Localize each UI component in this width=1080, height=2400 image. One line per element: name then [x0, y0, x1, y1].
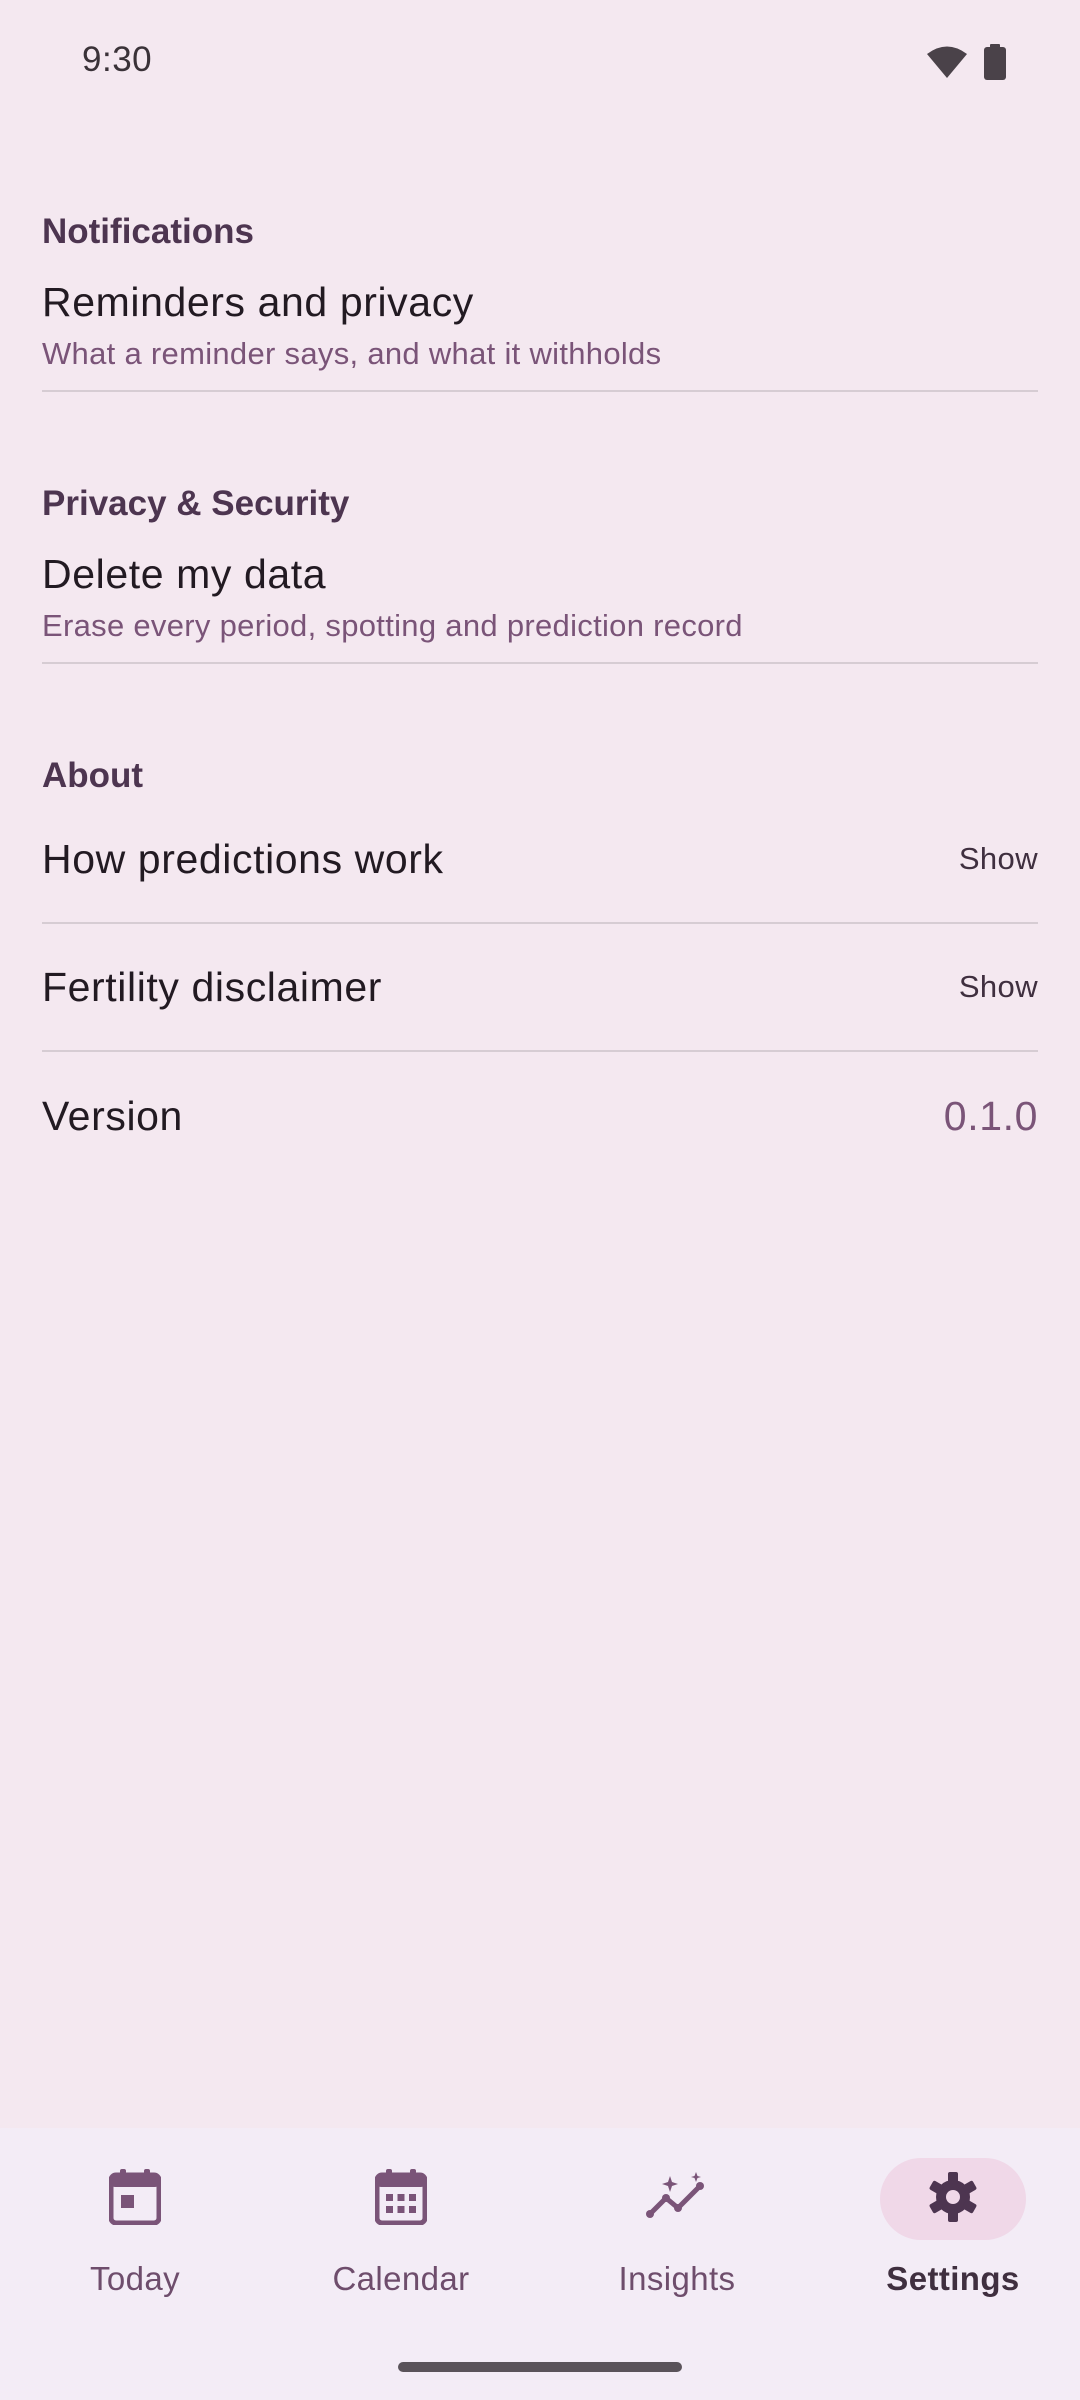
nav-insights-label: Insights [618, 2260, 736, 2297]
nav-settings-label: Settings [886, 2260, 1020, 2297]
nav-insights-pill [604, 2158, 750, 2240]
calendar-today-icon [108, 2168, 162, 2230]
bottom-navigation: Today Calendar Insights Settings [0, 2128, 1080, 2400]
home-indicator[interactable] [398, 2362, 682, 2372]
wifi-icon [926, 45, 968, 79]
nav-item-today[interactable]: Today [0, 2158, 270, 2338]
disclaimer-title: Fertility disclaimer [42, 964, 383, 1010]
predictions-show-button[interactable]: Show [943, 833, 1038, 885]
battery-icon [984, 44, 1006, 80]
nav-today-label: Today [89, 2260, 181, 2297]
version-title: Version [42, 1093, 183, 1139]
section-header-privacy: Privacy & Security [42, 484, 350, 523]
nav-settings-pill [880, 2158, 1026, 2240]
settings-list: Notifications Reminders and privacy What… [42, 128, 1038, 1180]
how-predictions-work-item[interactable]: How predictions work Show [42, 796, 1038, 924]
reminders-subtitle: What a reminder says, and what it withho… [42, 336, 662, 371]
delete-my-data-item[interactable]: Delete my data Erase every period, spott… [42, 524, 1038, 664]
version-item: Version 0.1.0 [42, 1052, 1038, 1180]
version-value: 0.1.0 [943, 1092, 1038, 1139]
nav-today-pill [62, 2158, 208, 2240]
insights-icon [646, 2171, 708, 2227]
section-header-about: About [42, 756, 144, 795]
status-icons [926, 44, 1006, 80]
delete-subtitle: Erase every period, spotting and predict… [42, 608, 743, 643]
nav-item-insights[interactable]: Insights [542, 2158, 812, 2338]
predictions-title: How predictions work [42, 836, 444, 882]
section-header-notifications: Notifications [42, 212, 254, 251]
reminders-and-privacy-item[interactable]: Reminders and privacy What a reminder sa… [42, 252, 1038, 392]
nav-item-settings[interactable]: Settings [818, 2158, 1080, 2338]
fertility-disclaimer-item[interactable]: Fertility disclaimer Show [42, 924, 1038, 1052]
calendar-month-icon [374, 2168, 428, 2230]
status-bar: 9:30 [0, 0, 1080, 128]
nav-item-calendar[interactable]: Calendar [266, 2158, 536, 2338]
nav-calendar-pill [328, 2158, 474, 2240]
gear-icon [926, 2170, 980, 2229]
reminders-title: Reminders and privacy [42, 279, 474, 325]
delete-title: Delete my data [42, 551, 327, 597]
disclaimer-show-button[interactable]: Show [943, 961, 1038, 1013]
nav-calendar-label: Calendar [332, 2260, 470, 2297]
status-time: 9:30 [82, 40, 153, 79]
